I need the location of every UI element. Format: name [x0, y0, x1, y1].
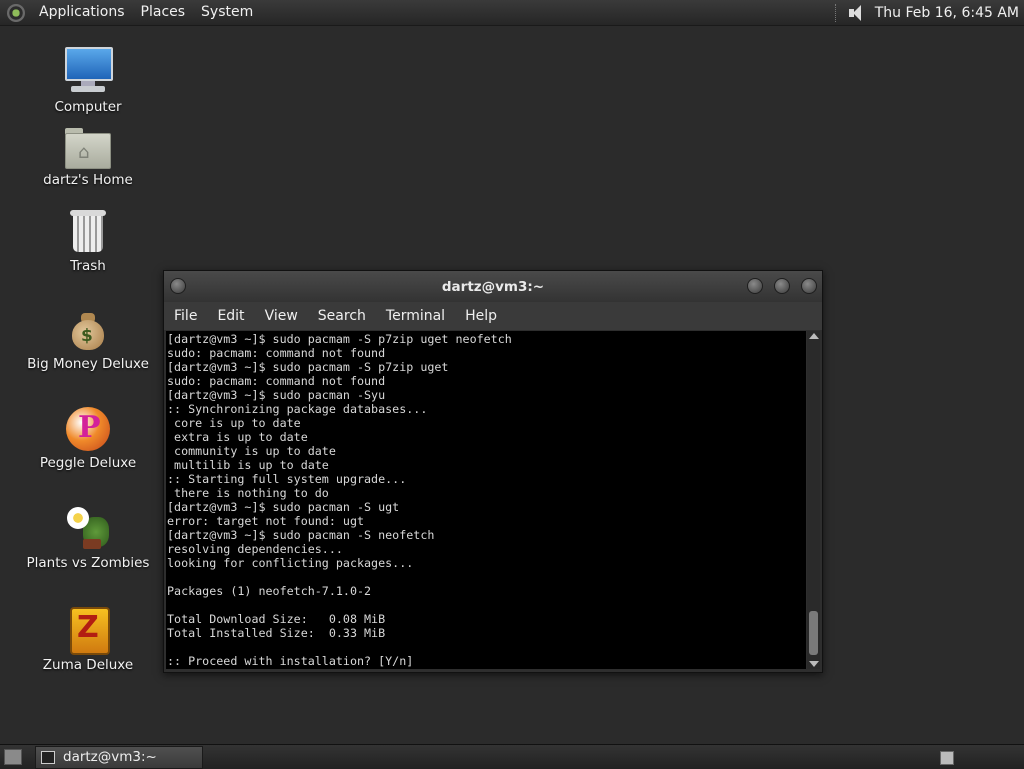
panel-tray: Thu Feb 16, 6:45 AM [834, 0, 1024, 25]
trash-icon [68, 210, 108, 254]
bottom-panel: dartz@vm3:~ [0, 744, 1024, 769]
menu-help[interactable]: Help [455, 308, 507, 324]
terminal-output[interactable]: [dartz@vm3 ~]$ sudo pacmam -S p7zip uget… [166, 331, 806, 669]
terminal-window: dartz@vm3:~ File Edit View Search Termin… [163, 270, 823, 673]
peggle-logo-icon: P [66, 407, 110, 451]
terminal-scrollbar[interactable] [807, 331, 820, 669]
desktop-icon-computer[interactable]: Computer [18, 45, 158, 115]
desktop-icon-label: Computer [54, 99, 122, 115]
desktop-icon-peggle[interactable]: P Peggle Deluxe [18, 407, 158, 471]
plant-icon [65, 505, 111, 551]
desktop-icon-big-money[interactable]: $ Big Money Deluxe [18, 310, 158, 372]
terminal-icon [41, 751, 55, 764]
maximize-button[interactable] [774, 278, 790, 294]
menu-system[interactable]: System [193, 0, 261, 25]
menu-file[interactable]: File [164, 308, 207, 324]
minimize-button[interactable] [747, 278, 763, 294]
terminal-text: [dartz@vm3 ~]$ sudo pacmam -S p7zip uget… [167, 332, 512, 668]
panel-grip[interactable] [834, 3, 839, 22]
desktop-icon-label: Plants vs Zombies [26, 555, 150, 571]
menu-search[interactable]: Search [308, 308, 376, 324]
desktop-icon-label: Zuma Deluxe [42, 657, 134, 673]
menu-view[interactable]: View [255, 308, 308, 324]
volume-icon[interactable] [847, 4, 867, 22]
window-titlebar[interactable]: dartz@vm3:~ [164, 271, 822, 302]
desktop-icon-label: Peggle Deluxe [39, 455, 137, 471]
show-desktop-icon[interactable] [4, 749, 22, 765]
desktop-icon-trash[interactable]: Trash [18, 210, 158, 274]
desktop-icon-plants[interactable]: Plants vs Zombies [18, 505, 158, 571]
desktop-icon-label: Big Money Deluxe [27, 356, 149, 372]
computer-icon [63, 45, 113, 95]
desktop-icon-label: dartz's Home [43, 172, 133, 188]
taskbar-item-label: dartz@vm3:~ [63, 749, 157, 765]
menu-places[interactable]: Places [133, 0, 194, 25]
menu-applications[interactable]: Applications [31, 0, 133, 25]
scroll-down-arrow-icon[interactable] [809, 661, 819, 667]
scrollbar-thumb[interactable] [809, 611, 818, 655]
home-folder-icon: ⌂ [65, 128, 111, 169]
close-button[interactable] [801, 278, 817, 294]
workspace-switcher-icon[interactable] [940, 751, 954, 765]
window-title: dartz@vm3:~ [441, 279, 545, 295]
menu-terminal[interactable]: Terminal [376, 308, 455, 324]
taskbar-item-terminal[interactable]: dartz@vm3:~ [35, 746, 203, 769]
desktop-icon-home[interactable]: ⌂ dartz's Home [18, 128, 158, 188]
menu-edit[interactable]: Edit [207, 308, 254, 324]
zuma-logo-icon: Z [68, 605, 110, 655]
desktop-icon-label: Trash [70, 258, 106, 274]
desktop-icon-zuma[interactable]: Z Zuma Deluxe [18, 605, 158, 673]
top-panel: Applications Places System Thu Feb 16, 6… [0, 0, 1024, 26]
terminal-menubar: File Edit View Search Terminal Help [164, 302, 822, 330]
money-bag-icon: $ [68, 310, 108, 352]
scroll-up-arrow-icon[interactable] [809, 333, 819, 339]
distro-logo-icon[interactable] [7, 3, 25, 22]
clock[interactable]: Thu Feb 16, 6:45 AM [875, 5, 1019, 21]
